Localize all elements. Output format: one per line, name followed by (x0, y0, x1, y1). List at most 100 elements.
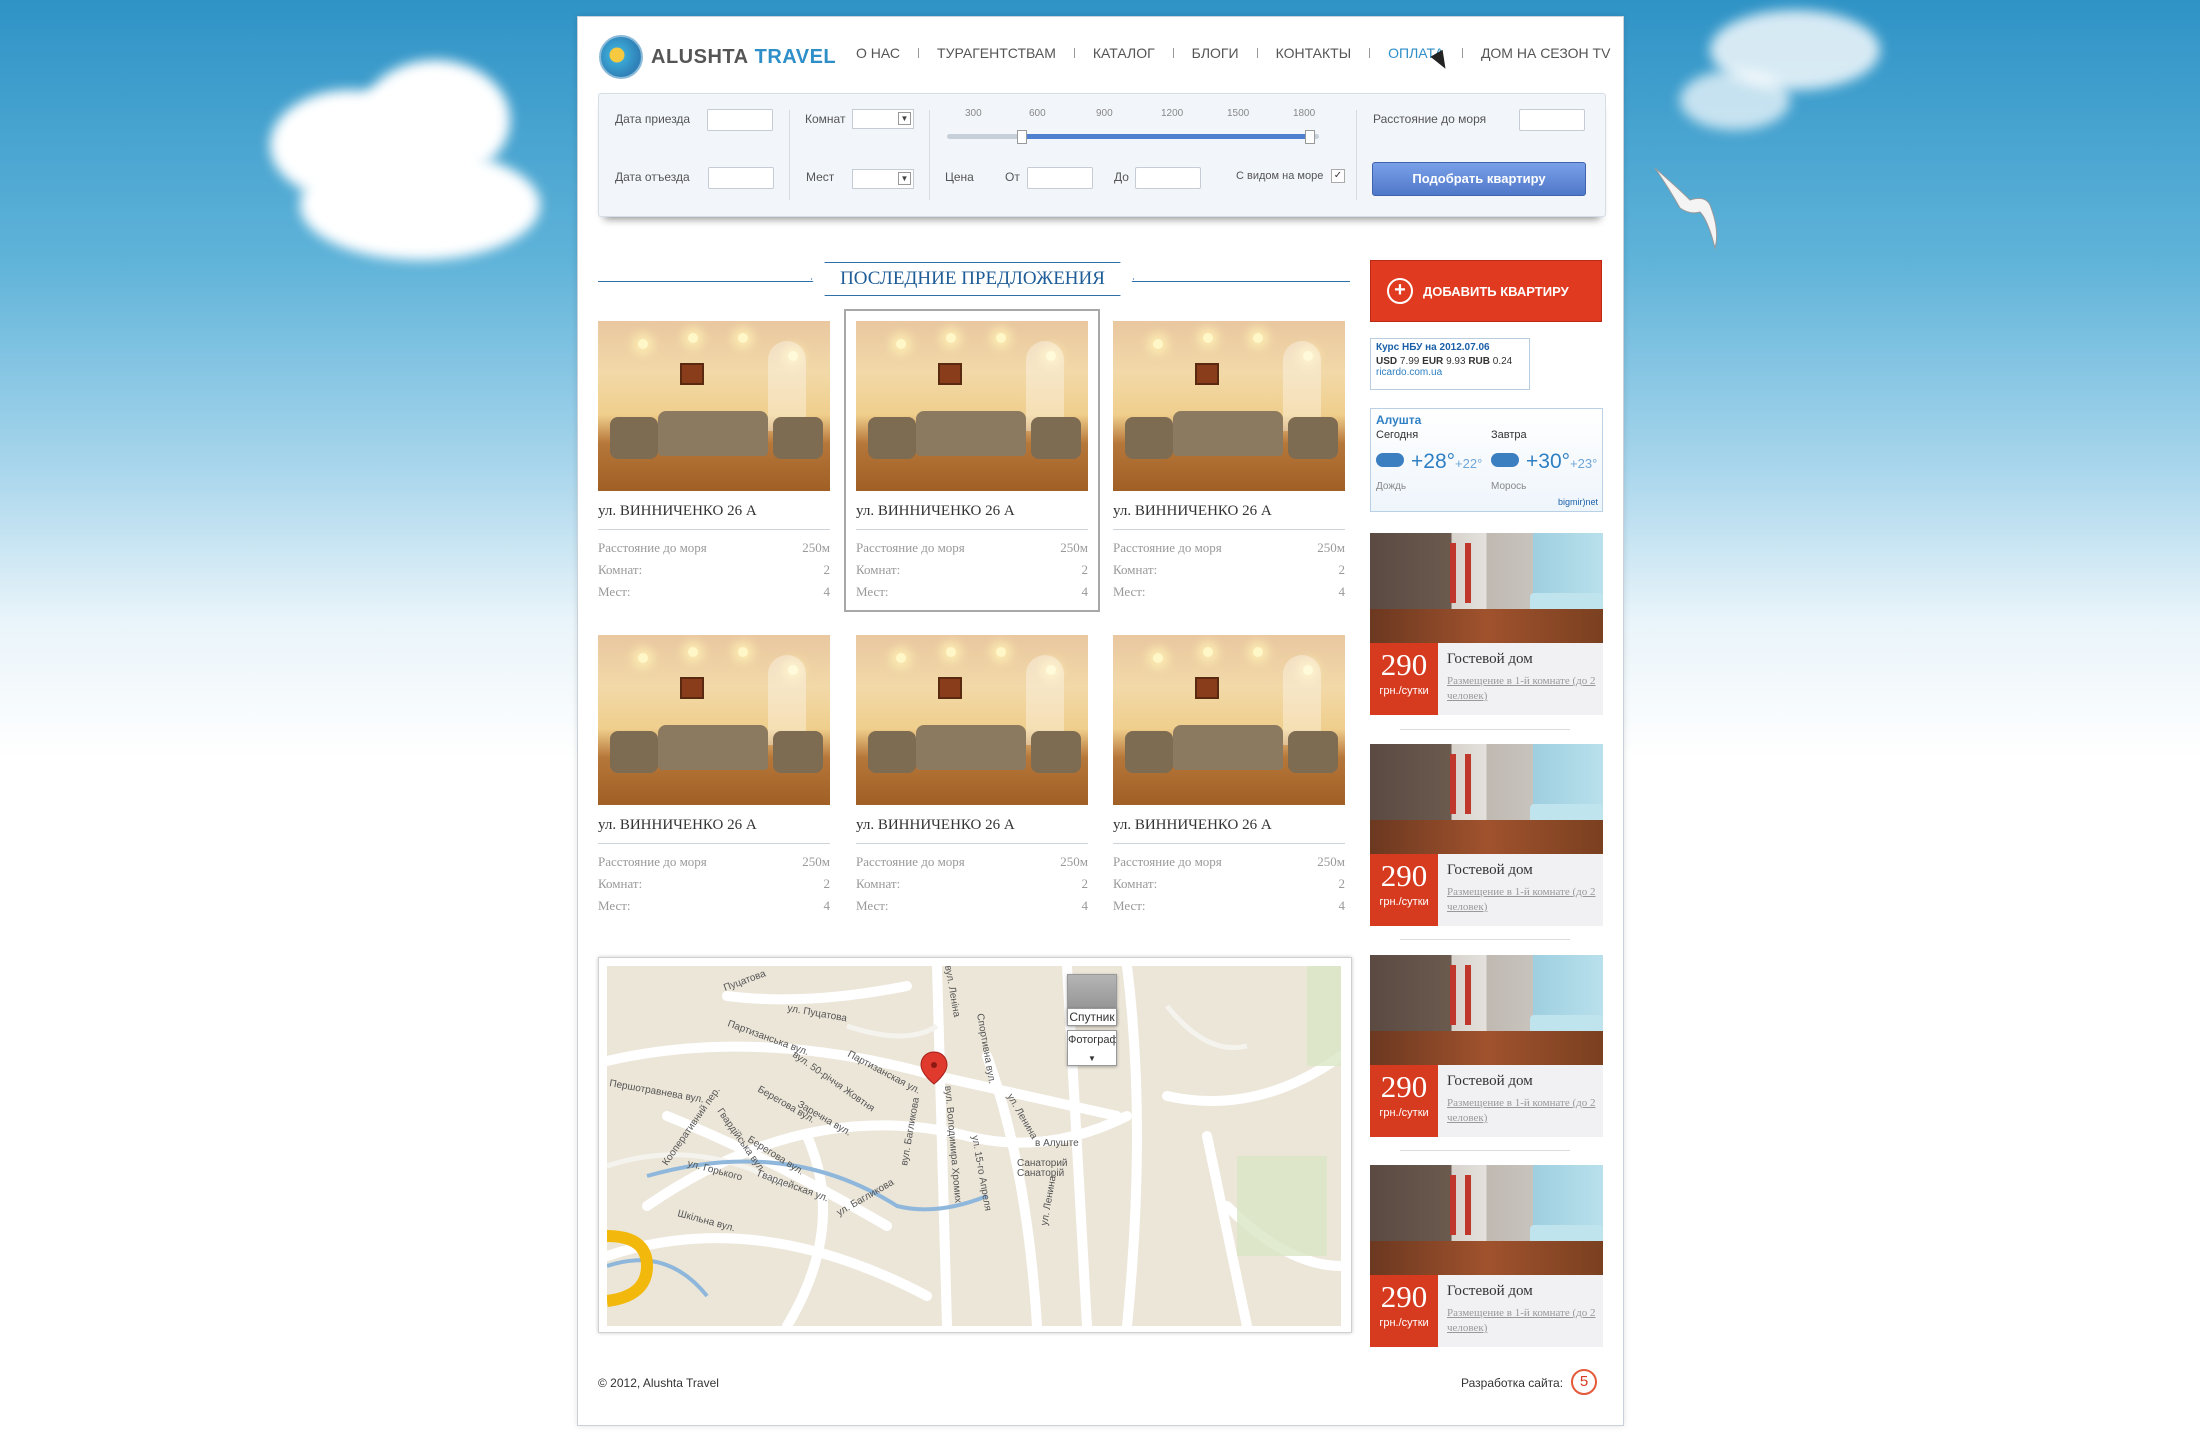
listing-address[interactable]: ул. ВИННИЧЕНКО 26 А (856, 503, 1088, 525)
map-street-label: ул. Пуцатова (786, 1003, 848, 1024)
map-canvas[interactable]: Пуцатова ул. Пуцатова Партизанська вул. … (607, 966, 1341, 1326)
add-apartment-label: ДОБАВИТЬ КВАРТИРУ (1423, 283, 1569, 299)
price-from-input[interactable] (1027, 167, 1093, 189)
nav-item-blogs[interactable]: БЛОГИ (1192, 45, 1239, 61)
listing-photo[interactable] (598, 635, 830, 805)
slider-tick: 300 (965, 108, 982, 119)
offer-description[interactable]: Размещение в 1-й комнате (до 2 человек) (1447, 1096, 1597, 1126)
offer-description[interactable]: Размещение в 1-й комнате (до 2 человек) (1447, 885, 1597, 915)
developer-logo[interactable]: 5 (1571, 1369, 1597, 1395)
listing-photo[interactable] (598, 321, 830, 491)
listing-card[interactable]: ул. ВИННИЧЕНКО 26 А Расстояние до моря 25… (1113, 321, 1345, 600)
rooms-label: Комнат (805, 112, 846, 126)
price-slider-range (1021, 134, 1311, 139)
arrival-date-input[interactable] (707, 109, 773, 131)
beds-value: 4 (1081, 898, 1089, 913)
rooms-select[interactable]: ▼ (852, 109, 914, 129)
price-value: 290 (1380, 647, 1428, 682)
sea-distance-input[interactable] (1519, 109, 1585, 131)
featured-offer[interactable]: 290 грн./сутки Гостевой дом Размещение в … (1370, 533, 1603, 715)
chevron-down-icon: ▼ (1088, 1054, 1096, 1063)
listing-address[interactable]: ул. ВИННИЧЕНКО 26 А (598, 817, 830, 839)
nav-item-contacts[interactable]: КОНТАКТЫ (1276, 45, 1352, 61)
slider-tick: 600 (1029, 108, 1046, 119)
weather-source-link[interactable]: bigmir)net (1558, 497, 1598, 507)
slider-tick: 1800 (1293, 108, 1316, 119)
map-street-label: вул. Леніна (942, 966, 962, 1018)
site-logo[interactable]: ALUSHTA TRAVEL (599, 35, 836, 79)
map-street-label: Шкільна вул. (676, 1208, 736, 1234)
latest-offers-heading: ПОСЛЕДНИЕ ПРЕДЛОЖЕНИЯ (598, 260, 1350, 300)
beds-label: Мест: (598, 584, 631, 599)
divider (1356, 110, 1357, 200)
price-slider-min-handle[interactable] (1017, 130, 1027, 144)
rooms-label: Комнат: (856, 876, 901, 891)
listing-photo[interactable] (856, 321, 1088, 491)
logo-text: ALUSHTA TRAVEL (651, 45, 837, 68)
offer-title[interactable]: Гостевой дом (1447, 651, 1533, 668)
divider (1400, 939, 1570, 940)
featured-offer[interactable]: 290 грн./сутки Гостевой дом Размещение в … (1370, 744, 1603, 926)
nav-item-about[interactable]: О НАС (856, 45, 900, 61)
listing-photo[interactable] (856, 635, 1088, 805)
distance-label: Расстояние до моря (598, 540, 707, 555)
beds-select[interactable]: ▼ (852, 169, 914, 189)
offer-photo[interactable] (1370, 1165, 1603, 1275)
weather-widget: Алушта Сегодня Завтра +28°+22° +30°+23° … (1370, 408, 1603, 512)
nav-item-agencies[interactable]: ТУРАГЕНТСТВАМ (937, 45, 1056, 61)
listing-card[interactable]: ул. ВИННИЧЕНКО 26 А Расстояние до моря 25… (856, 635, 1088, 914)
featured-offer[interactable]: 290 грн./сутки Гостевой дом Размещение в … (1370, 1165, 1603, 1347)
listing-address[interactable]: ул. ВИННИЧЕНКО 26 А (1113, 503, 1345, 525)
beds-value: 4 (1338, 898, 1346, 913)
distance-value: 250м (1060, 854, 1088, 869)
listing-photo[interactable] (1113, 635, 1345, 805)
distance-label: Расстояние до моря (1113, 540, 1222, 555)
map-street-label: Спортивна вул. (974, 1013, 997, 1085)
departure-date-input[interactable] (708, 167, 774, 189)
listing-card[interactable]: ул. ВИННИЧЕНКО 26 А Расстояние до моря 25… (844, 309, 1100, 612)
offer-title[interactable]: Гостевой дом (1447, 862, 1533, 879)
tomorrow-desc: Морось (1491, 481, 1527, 492)
listing-address[interactable]: ул. ВИННИЧЕНКО 26 А (598, 503, 830, 525)
nav-item-season-tv[interactable]: ДОМ НА СЕЗОН TV (1481, 45, 1610, 61)
find-apartment-button[interactable]: Подобрать квартиру (1372, 162, 1586, 196)
slider-tick: 1500 (1227, 108, 1250, 119)
offer-photo[interactable] (1370, 955, 1603, 1065)
photos-toggle[interactable]: Фотограф ▼ (1067, 1030, 1117, 1066)
rooms-value: 2 (1081, 562, 1089, 577)
nav-item-catalog[interactable]: КАТАЛОГ (1093, 45, 1155, 61)
arrival-date-label: Дата приезда (615, 112, 691, 126)
price-unit: грн./сутки (1379, 896, 1429, 908)
offer-description[interactable]: Размещение в 1-й комнате (до 2 человек) (1447, 1306, 1597, 1336)
listing-address[interactable]: ул. ВИННИЧЕНКО 26 А (1113, 817, 1345, 839)
featured-offer[interactable]: 290 грн./сутки Гостевой дом Размещение в … (1370, 955, 1603, 1137)
map-streets: Пуцатова ул. Пуцатова Партизанська вул. … (607, 966, 1341, 1326)
today-temperature: +28°+22° (1411, 450, 1482, 474)
rooms-label: Комнат: (598, 562, 643, 577)
add-apartment-button[interactable]: + ДОБАВИТЬ КВАРТИРУ (1370, 260, 1602, 322)
listing-address[interactable]: ул. ВИННИЧЕНКО 26 А (856, 817, 1088, 839)
satellite-toggle[interactable]: Спутник (1067, 1008, 1117, 1026)
listing-card[interactable]: ул. ВИННИЧЕНКО 26 А Расстояние до моря 25… (598, 321, 830, 600)
offer-photo[interactable] (1370, 744, 1603, 854)
rates-source-link[interactable]: ricardo.com.ua (1376, 367, 1524, 378)
price-slider-max-handle[interactable] (1305, 130, 1315, 144)
nav-separator (1461, 48, 1463, 58)
offer-description[interactable]: Размещение в 1-й комнате (до 2 человек) (1447, 674, 1597, 704)
listing-card[interactable]: ул. ВИННИЧЕНКО 26 А Расстояние до моря 25… (598, 635, 830, 914)
offer-title[interactable]: Гостевой дом (1447, 1283, 1533, 1300)
price-badge: 290 грн./сутки (1370, 1275, 1438, 1347)
today-temp-value: +28° (1411, 450, 1456, 473)
listing-photo[interactable] (1113, 321, 1345, 491)
offer-photo[interactable] (1370, 533, 1603, 643)
offer-title[interactable]: Гостевой дом (1447, 1073, 1533, 1090)
listing-card[interactable]: ул. ВИННИЧЕНКО 26 А Расстояние до моря 25… (1113, 635, 1345, 914)
rooms-value: 2 (1338, 562, 1346, 577)
sea-view-checkbox[interactable]: ✓ (1331, 169, 1345, 183)
distance-value: 250м (802, 854, 830, 869)
section-title: ПОСЛЕДНИЕ ПРЕДЛОЖЕНИЯ (811, 262, 1134, 296)
price-to-input[interactable] (1135, 167, 1201, 189)
photos-toggle-label: Фотограф (1068, 1034, 1117, 1046)
nav-separator (1369, 48, 1371, 58)
slider-tick: 900 (1096, 108, 1113, 119)
